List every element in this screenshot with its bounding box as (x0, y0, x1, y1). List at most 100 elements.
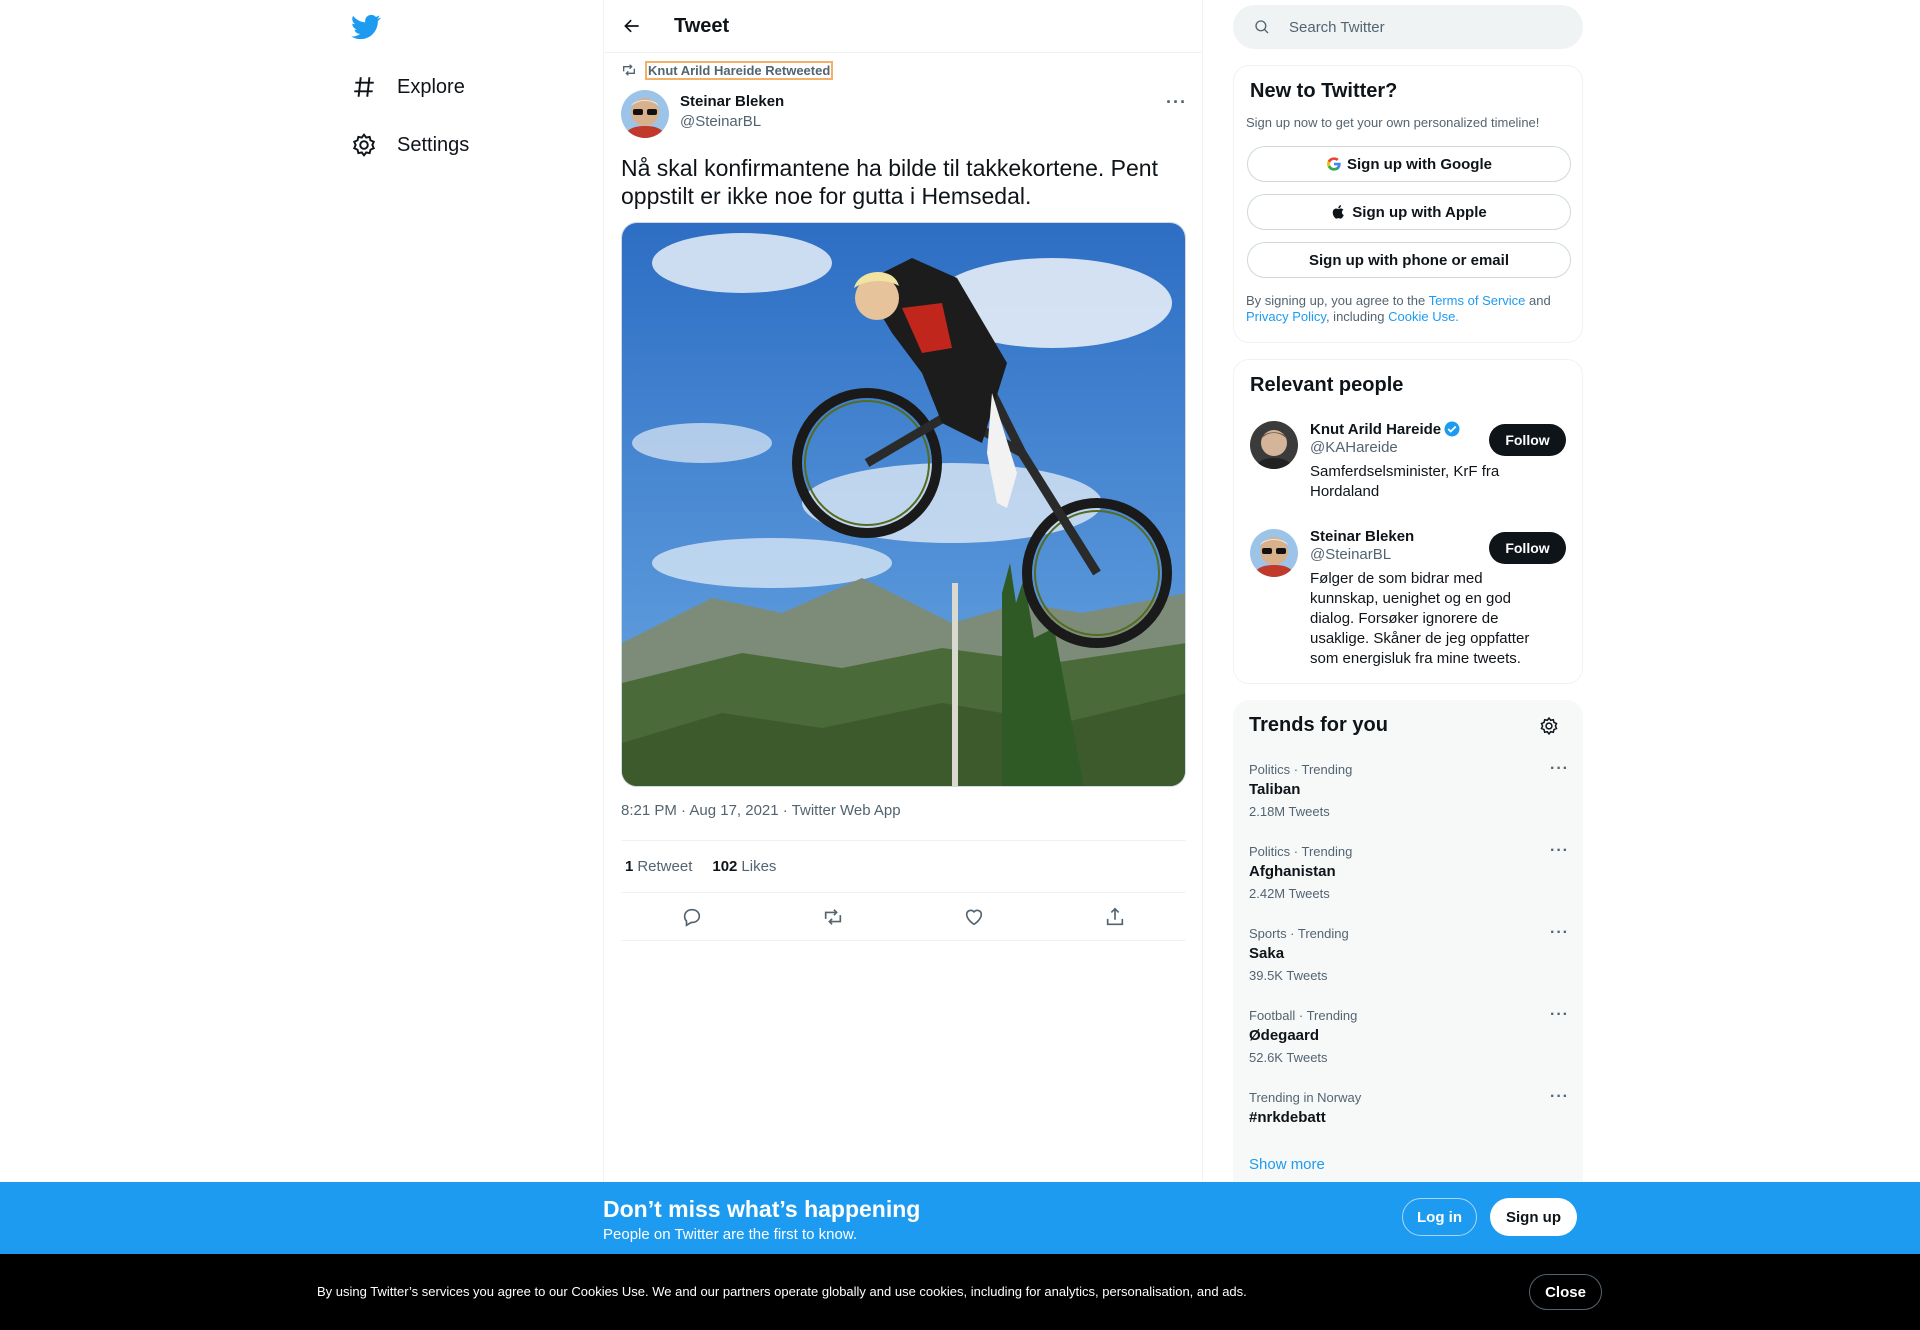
tweet-stats: 1 Retweet 102 Likes (621, 840, 1186, 893)
trend-context: Politics · Trending (1249, 844, 1353, 859)
terms-link[interactable]: Terms of Service (1429, 293, 1526, 308)
new-to-twitter-card: New to Twitter? Sign up now to get your … (1233, 65, 1583, 343)
tweet-column: Tweet Knut Arild Hareide Retweeted Stein… (603, 0, 1203, 1330)
back-arrow-icon[interactable] (622, 16, 642, 36)
retweet-count-link[interactable]: 1 Retweet (625, 858, 692, 875)
retweet-label: Retweet (637, 858, 693, 875)
signup-google-button[interactable]: Sign up with Google (1247, 146, 1571, 182)
page-title: Tweet (674, 14, 730, 37)
trends-card: Trends for you Politics · Trending Talib… (1233, 700, 1583, 1200)
trend-item[interactable]: Trending in Norway #nrkdebatt ··· (1249, 1088, 1569, 1126)
login-button[interactable]: Log in (1402, 1198, 1477, 1236)
heart-icon[interactable] (963, 906, 985, 928)
trend-context: Trending in Norway (1249, 1090, 1362, 1105)
trend-name: Taliban (1249, 781, 1301, 798)
trend-more-icon[interactable]: ··· (1550, 760, 1569, 778)
person-bio: Følger de som bidrar med kunnskap, uenig… (1310, 570, 1530, 667)
retweeted-by[interactable]: Knut Arild Hareide Retweeted (621, 60, 834, 80)
trend-name: #nrkdebatt (1249, 1109, 1326, 1126)
retweeted-by-label: Knut Arild Hareide Retweeted (644, 60, 834, 80)
privacy-link[interactable]: Privacy Policy (1246, 309, 1326, 324)
trends-title: Trends for you (1249, 714, 1388, 736)
signup-google-label: Sign up with Google (1347, 155, 1492, 173)
retweet-count: 1 (625, 858, 634, 875)
author-avatar[interactable] (621, 90, 669, 138)
trend-count: 52.6K Tweets (1249, 1050, 1328, 1065)
trend-context: Football · Trending (1249, 1008, 1358, 1023)
reply-icon[interactable] (681, 906, 703, 928)
trend-name: Ødegaard (1249, 1027, 1320, 1044)
trend-name: Saka (1249, 945, 1285, 962)
signup-apple-label: Sign up with Apple (1352, 203, 1487, 221)
search-placeholder: Search Twitter (1289, 18, 1385, 36)
like-count-link[interactable]: 102 Likes (712, 858, 776, 875)
trend-item[interactable]: Football · Trending Ødegaard 52.6K Tweet… (1249, 1006, 1569, 1065)
new-to-twitter-subtitle: Sign up now to get your own personalized… (1246, 115, 1540, 130)
nav-explore[interactable]: Explore (345, 62, 465, 112)
author-name[interactable]: Steinar Bleken (680, 92, 784, 112)
legal-text: and (1525, 293, 1551, 308)
person-avatar[interactable] (1250, 421, 1298, 469)
twitter-bird-icon[interactable] (351, 12, 381, 42)
trend-item[interactable]: Politics · Trending Afghanistan 2.42M Tw… (1249, 842, 1569, 901)
legal-text: By signing up, you agree to the (1246, 293, 1429, 308)
nav-explore-label: Explore (397, 75, 465, 98)
follow-button[interactable]: Follow (1489, 532, 1566, 564)
close-button[interactable]: Close (1529, 1274, 1602, 1310)
banner-subtitle: People on Twitter are the first to know. (603, 1226, 858, 1243)
retweet-icon (623, 64, 635, 76)
search-input[interactable]: Search Twitter (1233, 5, 1583, 49)
trend-context: Politics · Trending (1249, 762, 1353, 777)
show-more-link[interactable]: Show more (1249, 1156, 1325, 1173)
person-bio: Samferdselsminister, KrF fra Hordaland (1310, 463, 1500, 500)
search-icon (1255, 20, 1269, 34)
trend-context: Sports · Trending (1249, 926, 1349, 941)
cookie-text: By using Twitter’s services you agree to… (317, 1284, 1247, 1299)
trend-more-icon[interactable]: ··· (1550, 1088, 1569, 1106)
trend-count: 2.42M Tweets (1249, 886, 1330, 901)
tweet-text: Nå skal konfirmantene ha bilde til takke… (621, 155, 1158, 209)
share-icon[interactable] (1104, 906, 1126, 928)
hashtag-icon (354, 77, 374, 97)
banner-title: Don’t miss what’s happening (603, 1196, 921, 1222)
relevant-people-title: Relevant people (1250, 374, 1404, 396)
trend-name: Afghanistan (1249, 863, 1336, 880)
cookie-bar: By using Twitter’s services you agree to… (0, 1254, 1920, 1330)
tweet-actions (621, 893, 1186, 941)
trend-item[interactable]: Sports · Trending Saka 39.5K Tweets ··· (1249, 924, 1569, 983)
tweet-photo[interactable] (621, 222, 1186, 787)
trend-item[interactable]: Politics · Trending Taliban 2.18M Tweets… (1249, 760, 1569, 819)
retweet-icon[interactable] (822, 906, 844, 928)
more-options-icon[interactable]: ··· (1166, 92, 1187, 113)
author-handle[interactable]: @SteinarBL (680, 112, 784, 132)
verified-badge-icon (1444, 421, 1460, 437)
person-name[interactable]: Knut Arild Hareide (1310, 420, 1510, 438)
gear-icon (352, 133, 376, 157)
person-avatar[interactable] (1250, 529, 1298, 577)
trend-more-icon[interactable]: ··· (1550, 1006, 1569, 1024)
follow-button[interactable]: Follow (1489, 424, 1566, 456)
signup-button[interactable]: Sign up (1490, 1198, 1577, 1236)
person-handle[interactable]: @KAHareide (1310, 438, 1510, 458)
apple-icon (1333, 205, 1345, 219)
trend-count: 2.18M Tweets (1249, 804, 1330, 819)
gear-icon[interactable] (1539, 716, 1559, 736)
relevant-people-card: Relevant people Knut Arild Hareide @KAHa… (1233, 359, 1583, 684)
person-name-text: Knut Arild Hareide (1310, 420, 1442, 438)
legal-text: , including (1325, 309, 1389, 324)
new-to-twitter-title: New to Twitter? (1250, 80, 1398, 102)
nav-settings[interactable]: Settings (345, 120, 469, 170)
person-info[interactable]: Knut Arild Hareide @KAHareide Samferdsel… (1310, 420, 1510, 502)
cookie-link[interactable]: Cookie Use. (1388, 309, 1459, 324)
signup-phone-button[interactable]: Sign up with phone or email (1247, 242, 1571, 278)
like-label: Likes (741, 858, 777, 875)
signup-phone-label: Sign up with phone or email (1308, 251, 1509, 269)
google-icon (1327, 157, 1341, 171)
trend-count: 39.5K Tweets (1249, 968, 1328, 983)
trend-more-icon[interactable]: ··· (1550, 924, 1569, 942)
signup-apple-button[interactable]: Sign up with Apple (1247, 194, 1571, 230)
tweet-header: Tweet (604, 0, 1202, 53)
tweet-author[interactable]: Steinar Bleken @SteinarBL (680, 92, 784, 132)
trend-more-icon[interactable]: ··· (1550, 842, 1569, 860)
tweet-meta[interactable]: 8:21 PM · Aug 17, 2021 · Twitter Web App (621, 802, 901, 819)
